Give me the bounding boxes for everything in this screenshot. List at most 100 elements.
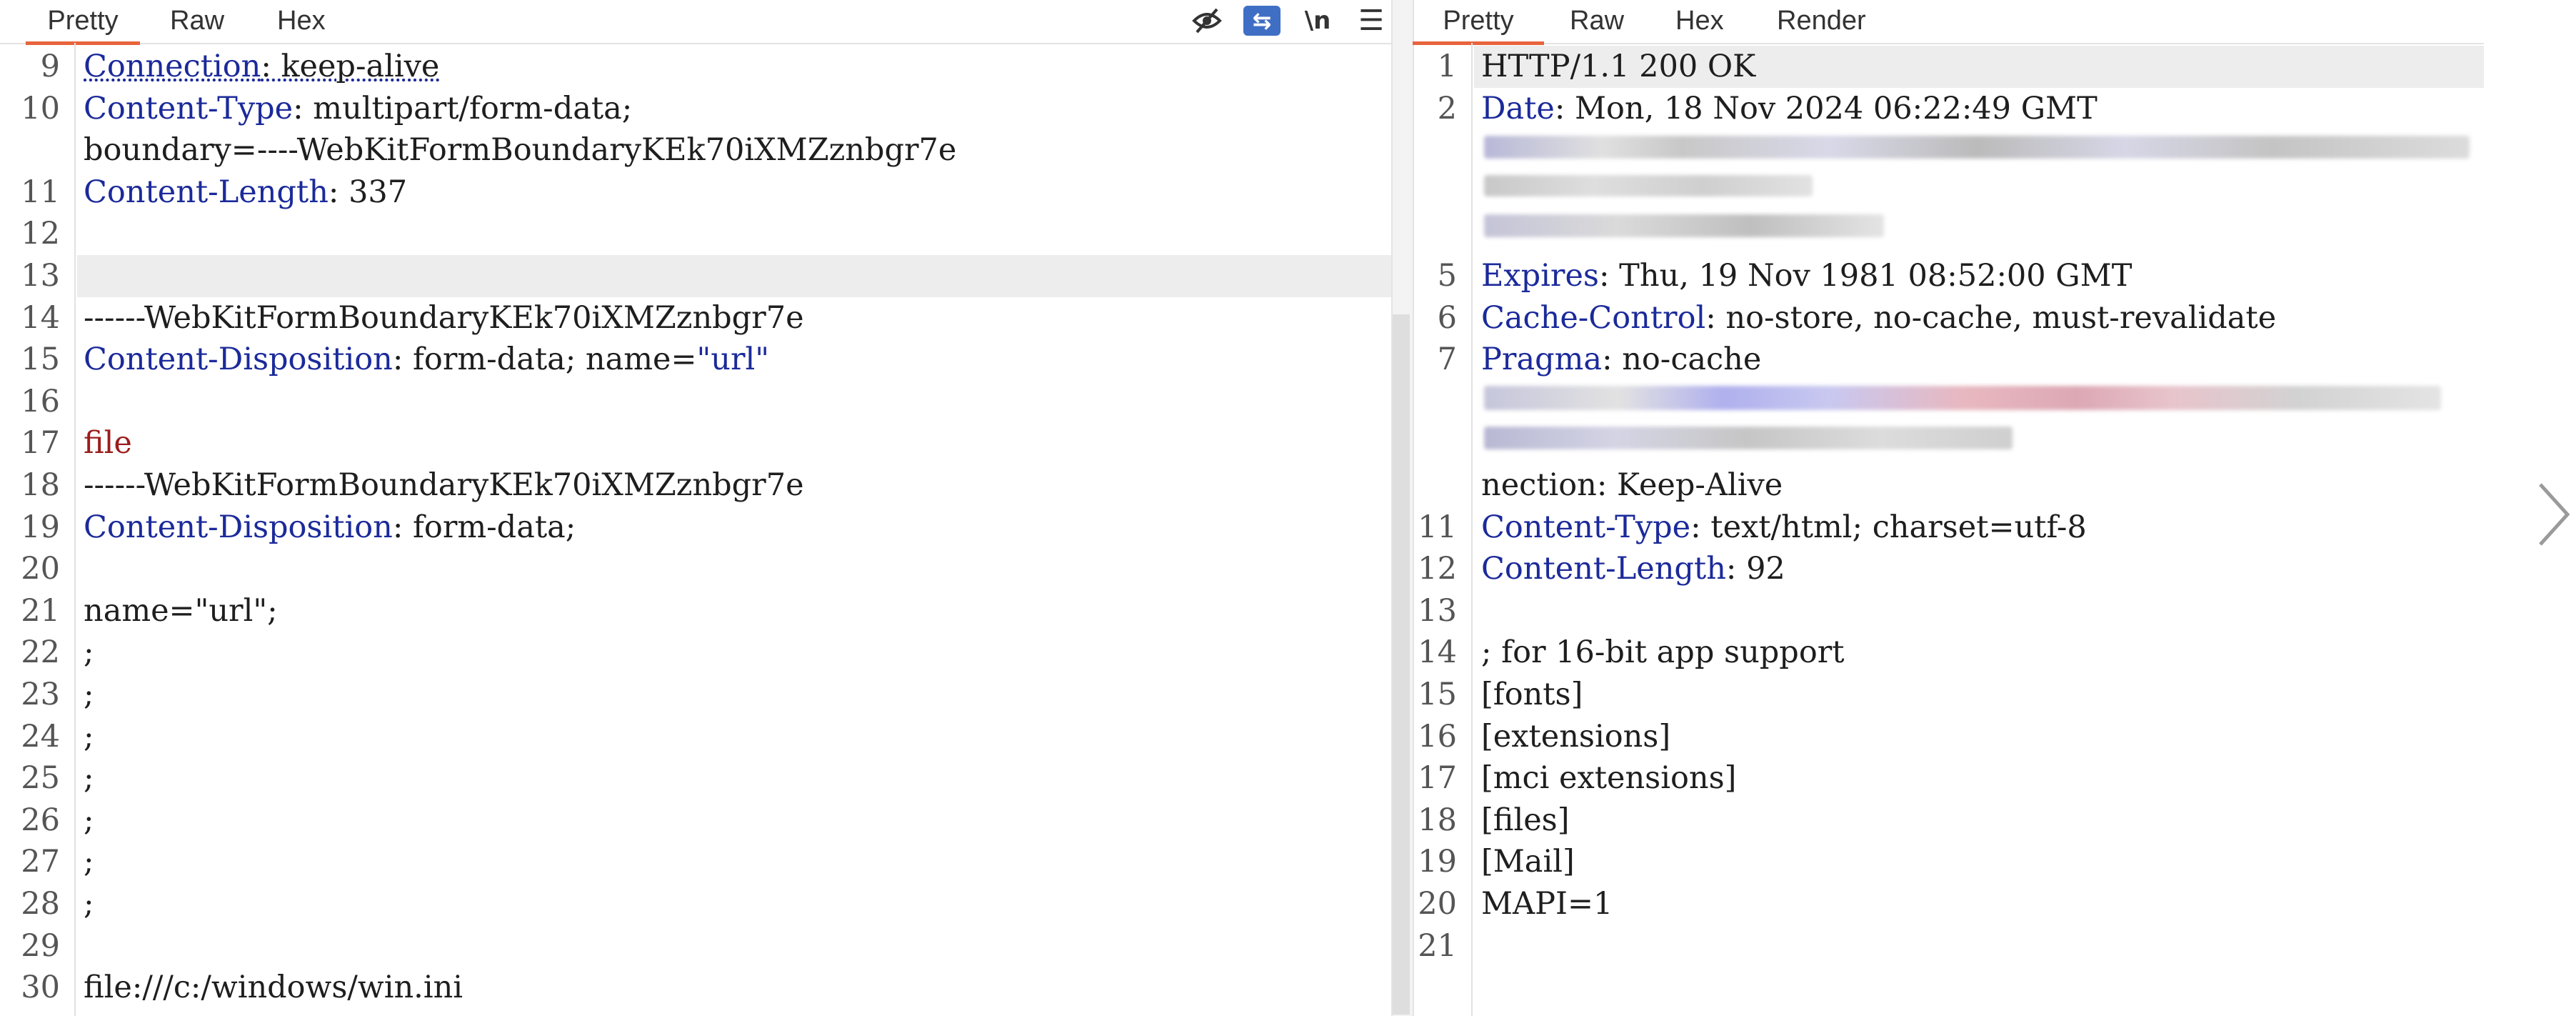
line-number: 18 <box>1418 802 1457 838</box>
header-value: : keep-alive <box>261 49 440 84</box>
code-line: 6 Cache-Control: no-store, no-cache, must… <box>1413 297 2484 339</box>
tab-hex[interactable]: Hex <box>277 0 326 41</box>
code-line: 20 <box>0 548 1391 590</box>
code-line: 25; <box>0 757 1391 800</box>
header-name: Date <box>1481 90 1555 126</box>
line-text: ; <box>84 760 94 797</box>
line-text: MAPI=1 <box>1481 886 1613 922</box>
line-number: 7 <box>1437 342 1457 378</box>
header-value: : text/html; charset=utf-8 <box>1690 509 2087 545</box>
line-text: HTTP/1.1 200 OK <box>1481 49 1756 84</box>
line-number: 25 <box>21 760 60 797</box>
code-line: 13 <box>21 255 1391 297</box>
line-number: 14 <box>1418 634 1457 671</box>
line-number: 20 <box>1418 886 1457 922</box>
header-name: Content-Disposition <box>84 509 393 545</box>
request-editor[interactable]: 9 Connection: keep-alive 10 Content-Type: m… <box>0 43 1391 1016</box>
line-number: 17 <box>21 425 60 462</box>
header-value: : Mon, 18 Nov 2024 06:22:49 GMT <box>1554 90 2098 126</box>
code-line: 21 <box>1413 925 2484 967</box>
menu-icon[interactable]: ☰ <box>1355 0 1387 41</box>
line-number: 26 <box>21 802 60 838</box>
line-number: 11 <box>21 174 60 210</box>
line-text: Expires: Thu, 19 Nov 1981 08:52:00 GMT <box>1481 255 2132 297</box>
chevron-right-icon[interactable] <box>2534 479 2574 550</box>
code-line: 14 ------WebKitFormBoundaryKEk70iXMZznbgr… <box>0 297 1391 339</box>
line-number: 13 <box>21 258 60 294</box>
tab-render[interactable]: Render <box>1777 0 1866 41</box>
line-text: Content-Length: 92 <box>1481 548 1785 590</box>
header-value: : Thu, 19 Nov 1981 08:52:00 GMT <box>1599 258 2133 294</box>
header-value: : no-cache <box>1602 342 1762 378</box>
line-text: ; <box>84 718 94 754</box>
line-number: 17 <box>1418 760 1457 797</box>
header-name: Content-Length <box>1481 551 1726 587</box>
code-line: 16 <box>0 381 1391 423</box>
code-line: 2 Date: Mon, 18 Nov 2024 06:22:49 GMT <box>1413 88 2484 130</box>
line-text: file <box>84 422 132 464</box>
code-line: boundary=----WebKitFormBoundaryKEk70iXMZ… <box>0 129 1391 171</box>
code-line: 7 Pragma: no-cache <box>1413 339 2484 381</box>
line-number: 21 <box>21 592 60 629</box>
header-name: Content-Disposition <box>84 342 393 378</box>
code-line: 16 [extensions] <box>1413 716 2484 758</box>
code-line: 29 <box>0 925 1391 967</box>
hide-nonprintable-icon[interactable] <box>1189 0 1225 41</box>
code-line: 11 Content-Length: 337 <box>0 171 1391 214</box>
line-number: 15 <box>21 342 60 378</box>
code-line: 11 Content-Type: text/html; charset=utf-8 <box>1413 507 2484 549</box>
line-text: [files] <box>1481 802 1570 838</box>
line-text: ; <box>84 844 94 880</box>
line-number: 23 <box>21 677 60 712</box>
tab-pretty[interactable]: Pretty <box>26 0 140 45</box>
header-value: : no-store, no-cache, must-revalidate <box>1705 299 2277 336</box>
line-text: Content-Type: text/html; charset=utf-8 <box>1481 507 2087 549</box>
line-text: [Mail] <box>1481 844 1575 880</box>
line-number: 16 <box>1418 718 1457 754</box>
line-text: [extensions] <box>1481 718 1671 754</box>
code-line: 17 file <box>0 422 1391 464</box>
line-text: Content-Disposition: form-data; name="ur… <box>84 339 769 381</box>
code-line: 15 Content-Disposition: form-data; name="… <box>0 339 1391 381</box>
wrap-lines-icon[interactable]: ⇆ <box>1243 0 1281 41</box>
line-number: 15 <box>1418 677 1457 712</box>
code-line: 24; <box>0 716 1391 758</box>
line-number: 16 <box>21 383 60 419</box>
request-tabbar: Pretty Raw Hex ⇆ \n ☰ <box>0 0 1391 45</box>
header-name: Content-Type <box>1481 509 1691 545</box>
code-line: 9 Connection: keep-alive <box>0 46 1391 88</box>
tab-hex[interactable]: Hex <box>1675 0 1724 41</box>
code-line: 20 MAPI=1 <box>1413 883 2484 925</box>
code-line: 19 Content-Disposition: form-data; <box>0 507 1391 549</box>
line-number: 24 <box>21 718 60 754</box>
request-scrollbar[interactable] <box>1393 314 1410 1015</box>
code-line: 12 <box>0 213 1391 255</box>
line-text: Date: Mon, 18 Nov 2024 06:22:49 GMT <box>1481 88 2098 130</box>
newline-icon[interactable]: \n <box>1301 0 1334 41</box>
response-editor[interactable]: 1 HTTP/1.1 200 OK 2 Date: Mon, 18 Nov 2024 … <box>1413 43 2484 1016</box>
header-name: Connection <box>84 49 261 84</box>
header-value: : 337 <box>328 174 408 210</box>
tab-pretty[interactable]: Pretty <box>1413 0 1544 45</box>
code-line: 18 [files] <box>1413 800 2484 842</box>
code-line: 15 [fonts] <box>1413 674 2484 716</box>
line-text: Content-Type: multipart/form-data; <box>84 88 632 130</box>
code-line: nection: Keep-Alive <box>1413 464 2484 507</box>
code-line: 17 [mci extensions] <box>1413 757 2484 800</box>
line-number: 28 <box>21 886 60 922</box>
line-text: name="url"; <box>84 592 278 629</box>
line-number: 10 <box>21 90 60 126</box>
line-text: [fonts] <box>1481 677 1583 712</box>
tab-raw[interactable]: Raw <box>170 0 224 41</box>
line-number: 21 <box>1418 927 1457 964</box>
tab-raw[interactable]: Raw <box>1570 0 1624 41</box>
code-line: 5 Expires: Thu, 19 Nov 1981 08:52:00 GMT <box>1413 255 2484 297</box>
header-name: Content-Type <box>84 90 294 126</box>
line-number: 14 <box>21 299 60 336</box>
code-line: 22; <box>0 632 1391 674</box>
code-line: 19 [Mail] <box>1413 841 2484 883</box>
line-text: ------WebKitFormBoundaryKEk70iXMZznbgr7e <box>84 467 804 503</box>
